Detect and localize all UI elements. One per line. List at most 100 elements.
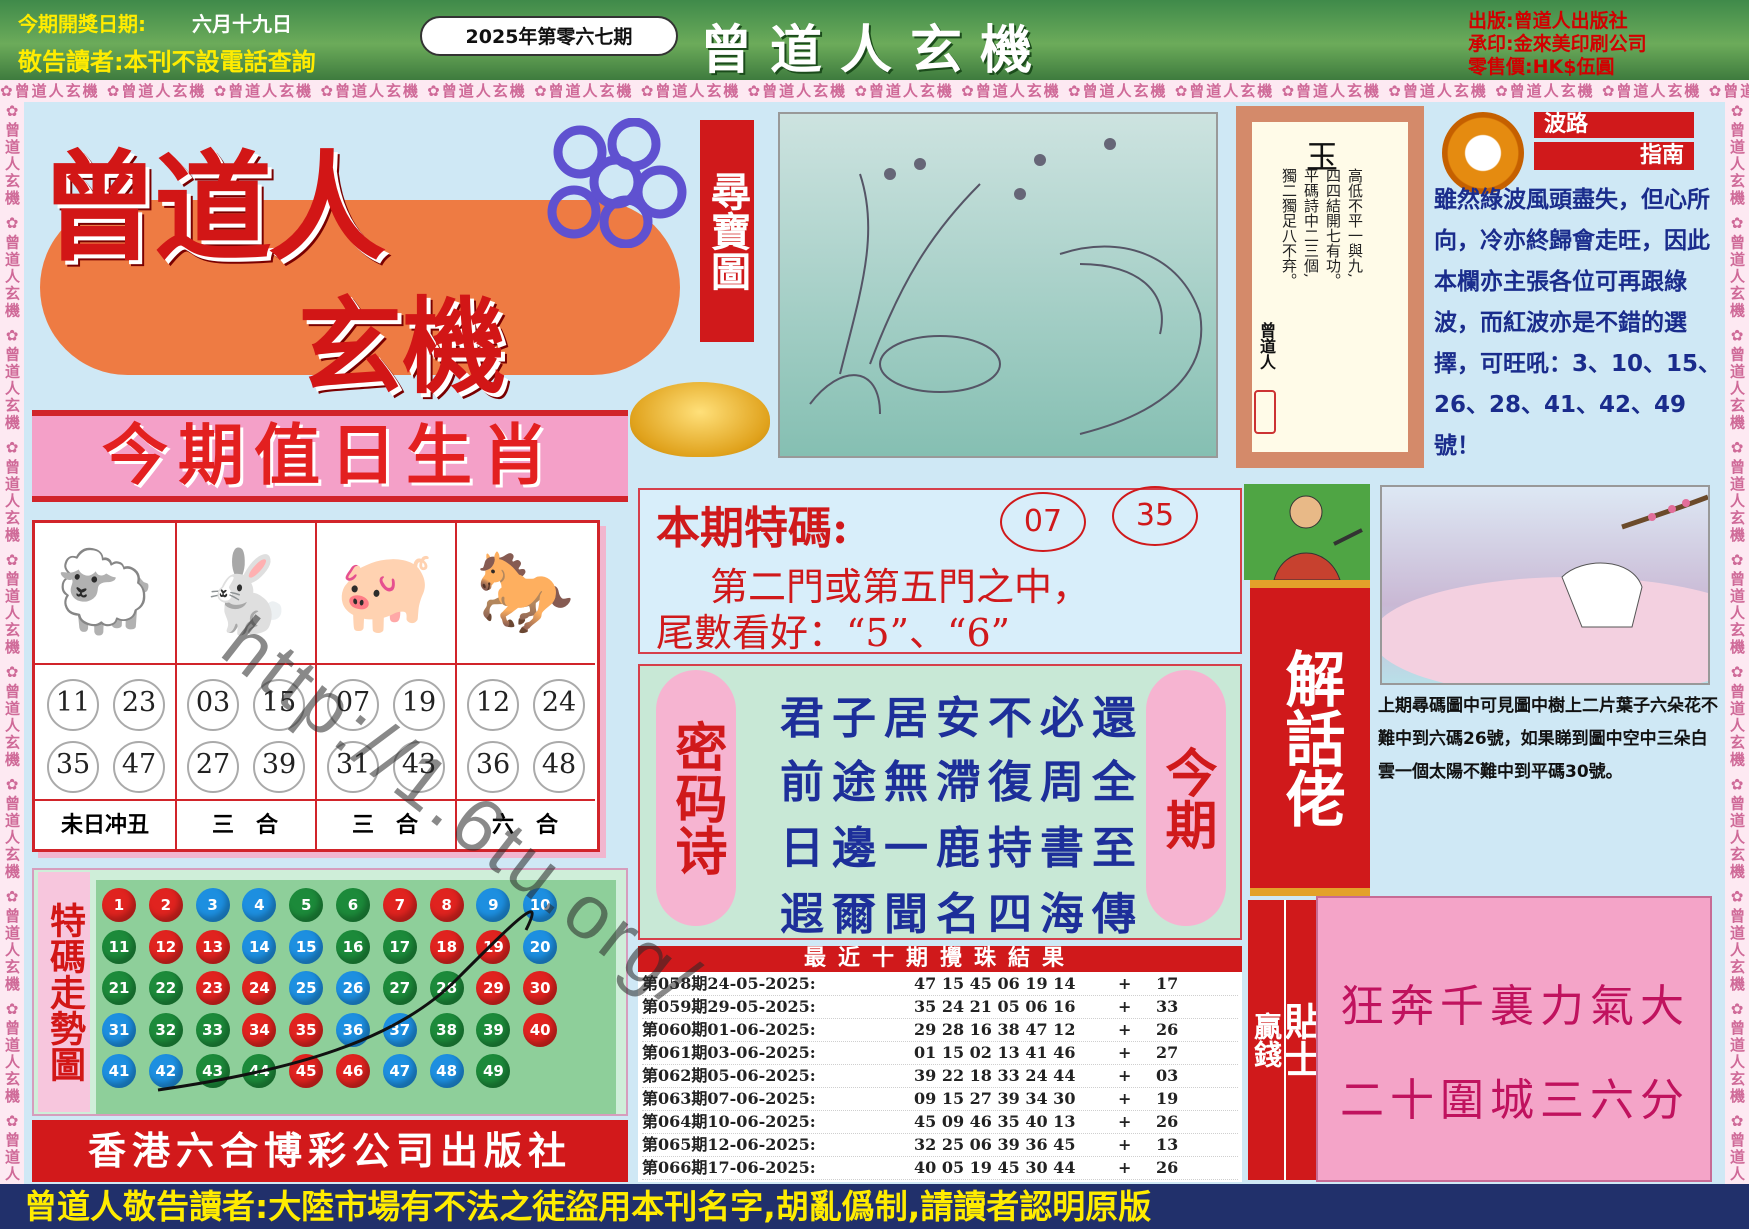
guide-title-2: 指南	[1534, 142, 1694, 170]
trend-ball: 46	[336, 1054, 370, 1088]
trend-ball: 30	[523, 971, 558, 1005]
trend-ball: 33	[195, 1012, 230, 1047]
jiehua-image	[1372, 485, 1749, 697]
trend-ball: 38	[429, 1012, 464, 1047]
results-title: 最近十期攪珠結果	[638, 946, 1242, 972]
poem-panel: 玉 高低不平一與九, 四四結開七有功。 平碼詩中二三個, 獨二獨足八不弃。 曾道…	[1252, 122, 1408, 452]
seal-stamp-icon	[1254, 390, 1276, 434]
results-numbers: 35 24 21 05 06 16	[914, 997, 1076, 1016]
trend-ball: 45	[289, 1054, 324, 1088]
results-special: 13	[1156, 1135, 1179, 1154]
footer-notice: 曾道人敬告讀者:大陸市場有不法之徒盜用本刊名字,胡亂僞制,請讀者認明原版	[0, 1184, 1749, 1229]
zodiac-number: 23	[113, 679, 165, 731]
plus-icon: +	[1118, 997, 1132, 1016]
poem-author: 曾道人	[1257, 322, 1276, 370]
publisher-footer: 香港六合博彩公司出版社	[32, 1120, 628, 1182]
results-numbers: 01 15 02 13 41 46	[914, 1043, 1076, 1062]
plus-icon: +	[1118, 1020, 1132, 1039]
results-numbers: 40 05 19 45 30 44	[914, 1158, 1076, 1177]
results-special: 33	[1156, 997, 1179, 1016]
trend-ball: 13	[195, 929, 230, 964]
zodiac-number: 39	[253, 741, 305, 793]
trend-ball: 31	[102, 1012, 136, 1047]
jiehua-label: 解話佬	[1250, 580, 1370, 896]
old-man-drawing	[1273, 495, 1363, 581]
trend-ball: 23	[195, 971, 230, 1005]
jiehua-drawing	[1372, 494, 1749, 697]
tip-label-tips: 貼士	[1278, 900, 1322, 1180]
tip-line: 狂奔千裏力氣大	[1340, 981, 1690, 1032]
plus-icon: +	[1118, 1089, 1132, 1108]
zodiac-number: 11	[47, 679, 99, 731]
results-row: 第059期29-05-2025: 35 24 21 05 06 16 +33	[642, 995, 1238, 1019]
results-row: 第063期07-06-2025: 09 15 27 39 34 30 +19	[642, 1087, 1238, 1111]
trend-ball: 25	[289, 971, 324, 1005]
sheep-icon: 🐑	[55, 545, 155, 638]
results-special: 17	[1156, 974, 1179, 993]
logo-line1: 曾道人	[40, 138, 386, 277]
results-row: 第058期24-05-2025: 47 15 45 06 19 14 +17	[642, 972, 1238, 996]
trend-ball: 24	[242, 971, 277, 1005]
trend-ball: 19	[476, 929, 511, 964]
tip-line: 二十圍城三六分	[1340, 1075, 1690, 1126]
plus-icon: +	[1118, 1112, 1132, 1131]
poem-line: 四四結開七有功。	[1324, 168, 1342, 288]
treasure-map-image	[778, 112, 1218, 458]
trend-ball: 36	[336, 1012, 370, 1047]
banner-strip: ✿曾道人玄機 ✿曾道人玄機 ✿曾道人玄機 ✿曾道人玄機 ✿曾道人玄機 ✿曾道人玄…	[0, 80, 1749, 102]
trend-ball: 5	[289, 888, 324, 922]
secret-poem-line: 君子居安不必還	[780, 693, 1144, 744]
results-special: 03	[1156, 1066, 1179, 1085]
results-row: 第060期01-06-2025: 29 28 16 38 47 12 +26	[642, 1018, 1238, 1042]
side-strip-left: ✿曾道人玄機 ✿曾道人玄機 ✿曾道人玄機 ✿曾道人玄機 ✿曾道人玄機 ✿曾道人玄…	[0, 102, 24, 1184]
issue-number: 2025年第零六七期	[420, 16, 678, 56]
results-special: 26	[1156, 1112, 1179, 1131]
trend-ball: 28	[429, 971, 464, 1005]
trend-ball: 15	[289, 929, 324, 964]
trend-ball: 37	[382, 1012, 417, 1047]
trend-ball: 27	[382, 971, 417, 1005]
trend-ball: 29	[476, 971, 511, 1005]
trend-ball: 7	[382, 888, 417, 922]
treasure-map-label: 尋寶圖	[700, 120, 754, 342]
notice-text: 敬告讀者:本刊不設電話查詢	[18, 48, 316, 76]
trend-ball: 1	[102, 888, 136, 922]
trend-ball: 4	[242, 888, 277, 922]
zodiac-number: 27	[187, 741, 239, 793]
secret-poem-issue-label: 今期	[1146, 670, 1226, 926]
plus-icon: +	[1118, 1158, 1132, 1177]
trend-ball: 44	[242, 1054, 277, 1088]
trend-ball: 17	[382, 929, 417, 964]
gold-ingot-icon	[630, 382, 770, 457]
secret-poem-line: 前途無滯復周全	[780, 757, 1144, 808]
trend-ball: 14	[242, 929, 277, 964]
jiehua-figure-image	[1244, 484, 1370, 581]
results-row: 第064期10-06-2025: 45 09 46 35 40 13 +26	[642, 1110, 1238, 1134]
results-rows: 第058期24-05-2025: 47 15 45 06 19 14 +17 第059…	[638, 972, 1242, 1182]
zodiac-number: 35	[47, 741, 99, 793]
trend-ball: 39	[476, 1012, 511, 1047]
special-code-line: 尾數看好：“5”、“6”	[656, 611, 1011, 655]
secret-poem-label: 密码诗	[656, 670, 736, 926]
header-bar: 今期開獎日期: 六月十九日 敬告讀者:本刊不設電話查詢 2025年第零六七期 曾…	[0, 0, 1749, 81]
trend-ball: 11	[102, 929, 136, 964]
zodiac-number: 24	[533, 679, 585, 731]
trend-ball: 34	[242, 1012, 277, 1047]
trend-label: 特碼走勢圖	[38, 872, 90, 1112]
rings-icon	[547, 118, 687, 248]
trend-ball: 48	[429, 1054, 464, 1088]
plus-icon: +	[1118, 1043, 1132, 1062]
results-numbers: 29 28 16 38 47 12	[914, 1020, 1076, 1039]
logo-line2: 玄機	[298, 285, 507, 408]
trend-ball: 43	[195, 1054, 230, 1088]
results-numbers: 47 15 45 06 19 14	[914, 974, 1076, 993]
results-period: 第064期10-06-2025:	[642, 1112, 816, 1131]
printer-line: 承印:金來美印刷公司	[1468, 33, 1647, 55]
special-number: 07	[1000, 492, 1086, 552]
trend-ball: 6	[336, 888, 370, 922]
results-period: 第062期05-06-2025:	[642, 1066, 816, 1085]
results-period: 第061期03-06-2025:	[642, 1043, 816, 1062]
treasure-map-drawing	[809, 138, 1203, 435]
trend-ball: 49	[476, 1054, 511, 1088]
trend-ball: 3	[195, 888, 230, 922]
